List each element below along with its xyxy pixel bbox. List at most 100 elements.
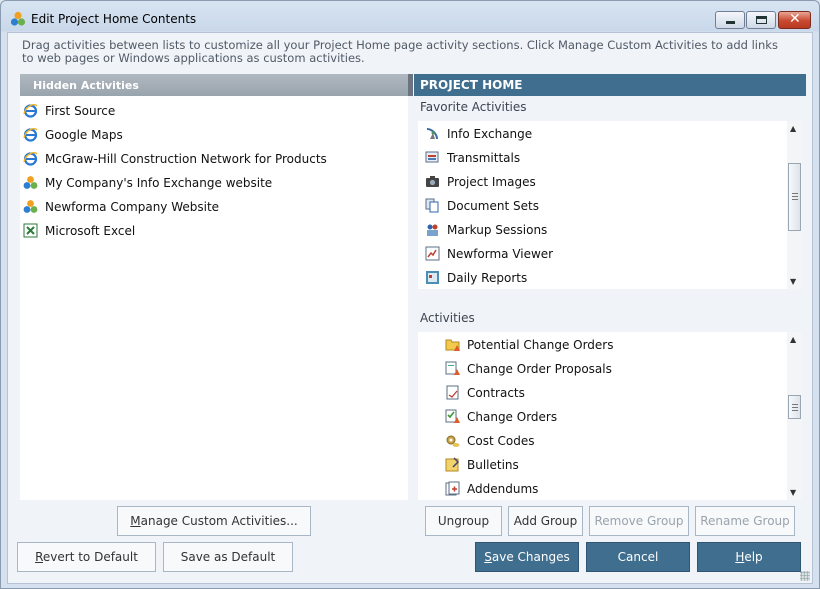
list-item[interactable]: Newforma Viewer — [425, 245, 785, 265]
window-title: Edit Project Home Contents — [31, 12, 197, 26]
hidden-activities-header: Hidden Activities — [20, 74, 408, 96]
maximize-icon — [756, 16, 767, 24]
list-item[interactable]: Document Sets — [425, 197, 785, 217]
list-item[interactable]: Cost Codes — [445, 432, 802, 452]
list-item[interactable]: Microsoft Excel — [23, 222, 383, 242]
list-item[interactable]: Change Order Proposals — [445, 360, 802, 380]
list-item[interactable]: Info Exchange — [425, 125, 785, 145]
scroll-up-icon[interactable]: ▲ — [790, 335, 796, 344]
document-set-icon — [425, 198, 439, 213]
list-item-label: First Source — [45, 104, 116, 118]
contract-icon — [446, 385, 459, 400]
change-order-icon — [445, 409, 460, 423]
scroll-up-icon[interactable]: ▲ — [790, 124, 796, 133]
button-label: ave Changes — [491, 550, 570, 564]
list-item[interactable]: Transmittals — [425, 149, 785, 169]
list-item-label: Newforma Viewer — [447, 247, 554, 261]
instructions-text: Drag activities between lists to customi… — [22, 38, 778, 65]
list-item[interactable]: McGraw-Hill Construction Network for Pro… — [23, 150, 383, 170]
newforma-app-icon — [10, 11, 26, 26]
list-item[interactable]: Google Maps — [23, 126, 383, 146]
mnemonic: M — [130, 514, 141, 528]
folder-warning-icon — [445, 339, 460, 351]
minimize-button[interactable] — [715, 11, 745, 29]
activities-scrollbar[interactable]: ▲ ▼ — [787, 332, 802, 500]
list-item-label: Cost Codes — [467, 434, 535, 448]
transmittal-icon — [425, 151, 439, 163]
remove-group-button[interactable]: Remove Group — [589, 506, 689, 536]
edit-project-home-dialog: Edit Project Home Contents ✕ Drag activi… — [0, 0, 820, 589]
list-item-label: Markup Sessions — [447, 223, 548, 237]
satellite-dish-icon — [426, 128, 438, 140]
list-item-label: My Company's Info Exchange website — [45, 176, 273, 190]
list-item[interactable]: Daily Reports — [425, 269, 785, 289]
save-changes-button[interactable]: Save Changes — [475, 542, 579, 572]
list-item-label: Bulletins — [467, 458, 519, 472]
list-item-label: Newforma Company Website — [45, 200, 220, 214]
hidden-activities-list[interactable]: Hidden Activities First Source Google Map… — [20, 74, 408, 500]
title-bar[interactable]: Edit Project Home Contents ✕ — [1, 1, 819, 35]
list-item-label: Addendums — [467, 482, 539, 496]
dialog-body: Drag activities between lists to customi… — [7, 32, 813, 584]
list-item[interactable]: Bulletins — [445, 456, 802, 476]
daily-report-icon — [426, 271, 439, 284]
scrollbar-thumb[interactable] — [788, 163, 801, 231]
camera-icon — [426, 176, 439, 187]
scroll-down-icon[interactable]: ▼ — [790, 488, 796, 497]
list-item-label: Transmittals — [447, 151, 521, 165]
list-item-label: Project Images — [447, 175, 536, 189]
panel-splitter[interactable] — [408, 74, 413, 96]
bulletin-icon — [445, 457, 460, 472]
resize-grip[interactable] — [800, 571, 810, 581]
internet-explorer-icon — [23, 152, 38, 166]
list-item-label: Daily Reports — [447, 271, 528, 285]
list-item-label: Document Sets — [447, 199, 539, 213]
favorite-activities-list[interactable]: Info Exchange Transmittals Project Images D… — [418, 121, 802, 289]
close-button[interactable]: ✕ — [778, 11, 811, 29]
internet-explorer-icon — [23, 104, 38, 118]
add-group-button[interactable]: Add Group — [508, 506, 583, 536]
mnemonic: S — [484, 550, 492, 564]
list-item-label: Contracts — [467, 386, 525, 400]
list-item[interactable]: Contracts — [445, 384, 802, 404]
viewer-icon — [425, 246, 440, 261]
markup-session-icon — [427, 224, 438, 236]
favorites-scrollbar[interactable]: ▲ ▼ — [787, 121, 802, 289]
save-as-default-button[interactable]: Save as Default — [163, 542, 293, 572]
rename-group-button[interactable]: Rename Group — [695, 506, 795, 536]
gear-coins-icon — [446, 435, 460, 447]
list-item[interactable]: My Company's Info Exchange website — [23, 174, 383, 194]
button-label: evert to Default — [42, 550, 138, 564]
excel-icon — [23, 223, 38, 238]
mnemonic: R — [35, 550, 43, 564]
ungroup-button[interactable]: Ungroup — [425, 506, 502, 536]
list-item[interactable]: First Source — [23, 102, 383, 122]
list-item-label: Google Maps — [45, 128, 123, 142]
list-item-label: Microsoft Excel — [45, 224, 136, 238]
list-item[interactable]: Newforma Company Website — [23, 198, 383, 218]
newforma-icon — [23, 176, 38, 189]
help-button[interactable]: Help — [697, 542, 801, 572]
scroll-down-icon[interactable]: ▼ — [790, 277, 796, 286]
addendum-icon — [445, 481, 460, 496]
list-item-label: Potential Change Orders — [467, 338, 614, 352]
favorite-activities-label: Favorite Activities — [420, 100, 527, 114]
maximize-button[interactable] — [746, 11, 776, 29]
list-item[interactable]: Markup Sessions — [425, 221, 785, 241]
revert-to-default-button[interactable]: Revert to Default — [17, 542, 156, 572]
activities-list[interactable]: Potential Change Orders Change Order Prop… — [418, 332, 802, 500]
cancel-button[interactable]: Cancel — [586, 542, 690, 572]
activities-label: Activities — [420, 311, 475, 325]
list-item[interactable]: Change Orders — [445, 408, 802, 428]
list-item-label: Info Exchange — [447, 127, 533, 141]
list-item-label: Change Orders — [467, 410, 558, 424]
manage-custom-activities-button[interactable]: Manage Custom Activities... — [117, 506, 311, 536]
list-item[interactable]: Project Images — [425, 173, 785, 193]
mnemonic: H — [735, 550, 745, 564]
list-item[interactable]: Potential Change Orders — [445, 336, 802, 356]
button-label: elp — [744, 550, 763, 564]
minimize-icon — [726, 21, 735, 24]
scrollbar-thumb[interactable] — [788, 395, 801, 419]
list-item[interactable]: Addendums — [445, 480, 802, 500]
internet-explorer-icon — [23, 128, 38, 142]
